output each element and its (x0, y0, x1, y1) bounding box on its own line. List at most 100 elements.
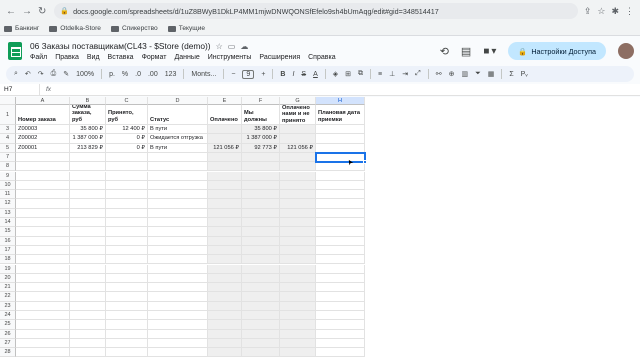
header-cell-e[interactable]: Оплачено (208, 105, 242, 125)
cell[interactable]: 1 387 000 ₽ (242, 134, 280, 144)
row-header[interactable]: 1 (0, 105, 16, 125)
cell[interactable] (208, 338, 242, 349)
cell[interactable] (70, 329, 106, 339)
cell[interactable] (242, 338, 280, 349)
cell[interactable]: 12 400 ₽ (106, 125, 148, 135)
row-header[interactable]: 24 (0, 311, 16, 321)
fill-handle[interactable] (363, 160, 367, 165)
cell[interactable] (280, 348, 316, 358)
sheets-logo-icon[interactable] (8, 42, 22, 60)
cell[interactable] (316, 180, 365, 191)
menu-dots-icon[interactable]: ⋮ (625, 6, 634, 17)
cell[interactable] (208, 311, 242, 321)
cell[interactable] (16, 152, 70, 163)
text-wrap-icon[interactable]: ⇥ (402, 70, 408, 78)
cell[interactable] (148, 208, 208, 218)
cell[interactable] (148, 236, 208, 246)
cell[interactable] (70, 255, 106, 265)
cell[interactable] (106, 208, 148, 218)
cell[interactable] (242, 208, 280, 218)
row-header[interactable]: 25 (0, 320, 16, 330)
cell[interactable] (316, 283, 365, 293)
menu-tools[interactable]: Инструменты (208, 54, 252, 61)
cell[interactable] (316, 292, 365, 302)
row-header[interactable]: 23 (0, 301, 16, 311)
cell[interactable]: В пути (148, 125, 208, 135)
select-all-corner[interactable] (0, 97, 16, 105)
cell[interactable] (280, 236, 316, 246)
cell[interactable] (280, 292, 316, 302)
cell[interactable] (316, 190, 365, 200)
column-header-g[interactable]: G (280, 97, 316, 105)
comments-icon[interactable]: ▤ (461, 45, 471, 58)
cell[interactable] (70, 162, 106, 172)
cell[interactable] (208, 245, 242, 256)
cell[interactable]: 121 056 ₽ (280, 143, 316, 153)
cell[interactable] (316, 199, 365, 209)
header-cell-h[interactable]: Плановая дата приемки (316, 105, 365, 125)
cell[interactable] (280, 125, 316, 135)
cell[interactable] (148, 348, 208, 358)
cell[interactable] (242, 329, 280, 339)
cell[interactable] (280, 264, 316, 274)
cell[interactable] (148, 227, 208, 237)
star-icon[interactable]: ☆ (216, 42, 223, 51)
cell[interactable] (148, 180, 208, 191)
cell[interactable] (280, 338, 316, 349)
cell[interactable] (16, 320, 70, 330)
cell[interactable] (106, 320, 148, 330)
cell[interactable] (280, 171, 316, 181)
row-header[interactable]: 26 (0, 329, 16, 339)
row-header[interactable]: 17 (0, 245, 16, 256)
cell[interactable] (148, 292, 208, 302)
cell[interactable] (106, 255, 148, 265)
merge-cells-icon[interactable]: ⧉ (358, 70, 363, 78)
cell[interactable] (242, 255, 280, 265)
cell[interactable] (280, 227, 316, 237)
cell[interactable] (242, 180, 280, 191)
cell[interactable] (70, 190, 106, 200)
insert-link-icon[interactable]: ⚯ (436, 70, 442, 78)
cell[interactable] (316, 125, 365, 135)
insert-chart-icon[interactable]: ▥ (461, 70, 468, 78)
cell[interactable]: 35 800 ₽ (70, 125, 106, 135)
column-header-a[interactable]: A (16, 97, 70, 105)
doc-title[interactable]: 06 Заказы поставщикам(CL43 - $Store (dem… (30, 41, 211, 51)
cell[interactable] (16, 245, 70, 256)
cell[interactable] (208, 329, 242, 339)
search-menus-icon[interactable]: ⌕ (14, 70, 18, 78)
cell[interactable] (106, 180, 148, 191)
cell[interactable] (242, 218, 280, 228)
cell[interactable] (316, 227, 365, 237)
cell[interactable] (70, 301, 106, 311)
cell[interactable] (148, 152, 208, 163)
bookmark-banking[interactable]: Банкинг (4, 25, 39, 32)
cell[interactable] (242, 171, 280, 181)
cell[interactable] (208, 162, 242, 172)
cell[interactable] (148, 199, 208, 209)
cell[interactable] (148, 255, 208, 265)
cell[interactable] (316, 338, 365, 349)
cell[interactable] (242, 190, 280, 200)
cell[interactable] (280, 329, 316, 339)
cell[interactable] (106, 236, 148, 246)
cell[interactable] (16, 208, 70, 218)
cell[interactable] (106, 152, 148, 163)
cell[interactable] (316, 273, 365, 284)
cell[interactable] (106, 162, 148, 172)
cell[interactable] (208, 236, 242, 246)
cell[interactable] (316, 255, 365, 265)
cell[interactable] (148, 162, 208, 172)
cell[interactable]: Z00003 (16, 125, 70, 135)
cell[interactable] (16, 227, 70, 237)
cell[interactable] (148, 311, 208, 321)
row-header[interactable]: 20 (0, 273, 16, 284)
move-folder-icon[interactable]: ▭ (228, 42, 236, 51)
undo-icon[interactable]: ↶ (25, 70, 31, 78)
cell[interactable]: 121 056 ₽ (208, 143, 242, 153)
cell[interactable] (280, 320, 316, 330)
decrease-decimal-button[interactable]: .0 (135, 71, 141, 78)
cell[interactable] (148, 264, 208, 274)
cell[interactable] (70, 208, 106, 218)
cell[interactable] (106, 245, 148, 256)
